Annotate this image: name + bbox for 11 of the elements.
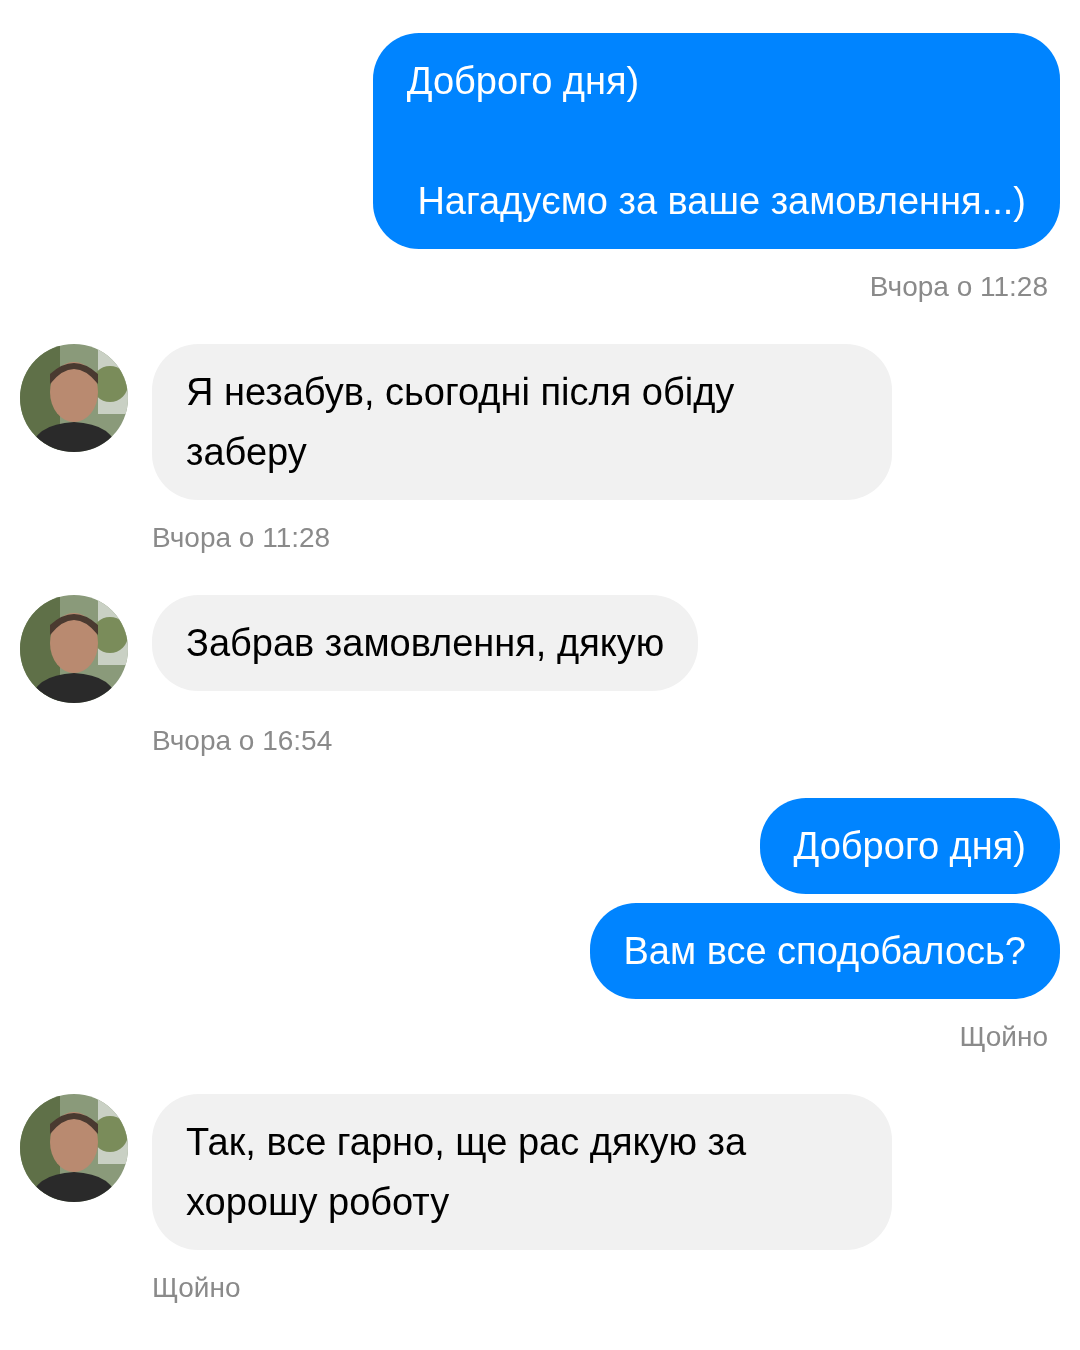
timestamp: Вчора о 11:28 xyxy=(152,521,331,555)
message-bubble: Так, все гарно, ще рас дякую за хорошу роботу xyxy=(152,1094,892,1250)
message-bubble: Доброго дня) Нагадуємо за ваше замовлення...) xyxy=(372,33,1060,249)
message-bubble: Забрав замовлення, дякую xyxy=(152,595,699,691)
timestamp: Щойно xyxy=(152,1271,241,1305)
message-bubble: Доброго дня) xyxy=(759,798,1060,894)
timestamp: Вчора о 11:28 xyxy=(869,270,1048,304)
timestamp: Вчора о 16:54 xyxy=(152,724,333,758)
timestamp: Щойно xyxy=(959,1020,1048,1054)
message-bubble: Я незабув, сьогодні після обіду заберу xyxy=(152,344,892,500)
message-bubble: Вам все сподобалось? xyxy=(589,903,1060,999)
